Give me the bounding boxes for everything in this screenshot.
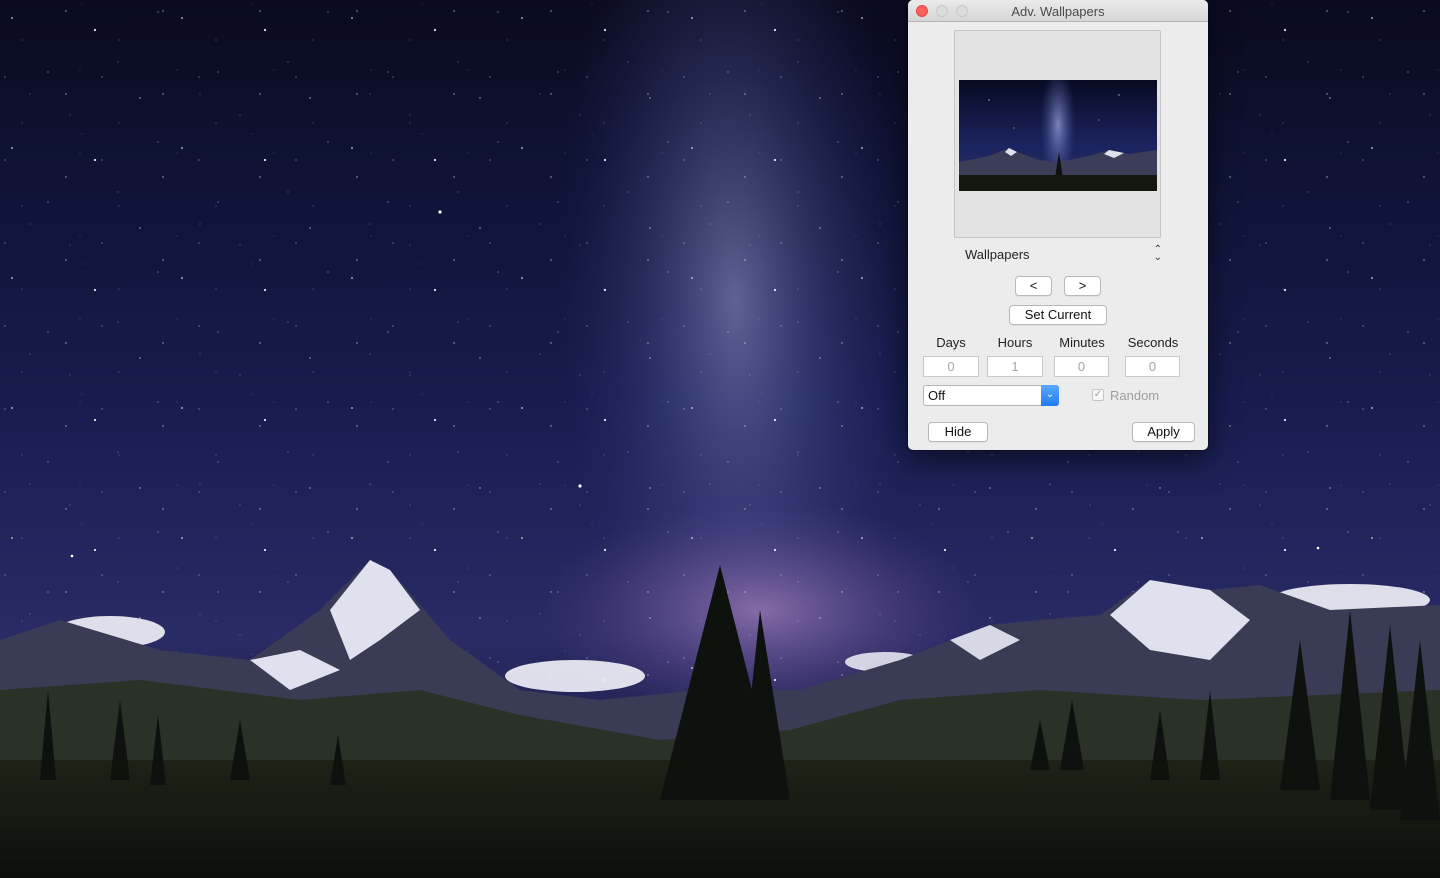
apply-button[interactable]: Apply (1132, 422, 1195, 442)
random-label: Random (1110, 388, 1160, 403)
wallpaper-source-value: Wallpapers (965, 247, 1030, 262)
minutes-input[interactable]: 0 (1054, 356, 1109, 377)
days-label: Days (936, 335, 966, 350)
desktop-wallpaper (0, 0, 1440, 878)
title-bar[interactable]: Adv. Wallpapers (908, 0, 1208, 22)
hours-label: Hours (997, 335, 1033, 350)
checkmark-icon: ✓ (1092, 389, 1104, 401)
night-sky-mountain-image (0, 0, 1440, 878)
minutes-label: Minutes (1059, 335, 1105, 350)
rotation-mode-select[interactable]: Off ⌄ (923, 385, 1059, 406)
up-down-chevron-icon: ⌃ ⌄ (1153, 244, 1162, 263)
wallpaper-preview-image (959, 80, 1157, 191)
wallpaper-source-select[interactable]: Wallpapers ⌃ ⌄ (958, 244, 1168, 264)
wallpaper-preview-well (954, 30, 1161, 238)
rotation-mode-value: Off (928, 388, 946, 403)
seconds-label: Seconds (1127, 335, 1179, 350)
hours-input[interactable]: 1 (987, 356, 1043, 377)
next-wallpaper-button[interactable]: > (1064, 276, 1101, 296)
adv-wallpapers-window: Adv. Wallpapers Wallpapers ⌃ ⌄ < > Set C… (908, 0, 1208, 450)
previous-wallpaper-button[interactable]: < (1015, 276, 1052, 296)
seconds-input[interactable]: 0 (1125, 356, 1180, 377)
set-current-button[interactable]: Set Current (1009, 305, 1107, 325)
hide-button[interactable]: Hide (928, 422, 988, 442)
window-title: Adv. Wallpapers (1011, 4, 1105, 19)
days-input[interactable]: 0 (923, 356, 979, 377)
chevron-down-icon: ⌄ (1041, 385, 1059, 406)
